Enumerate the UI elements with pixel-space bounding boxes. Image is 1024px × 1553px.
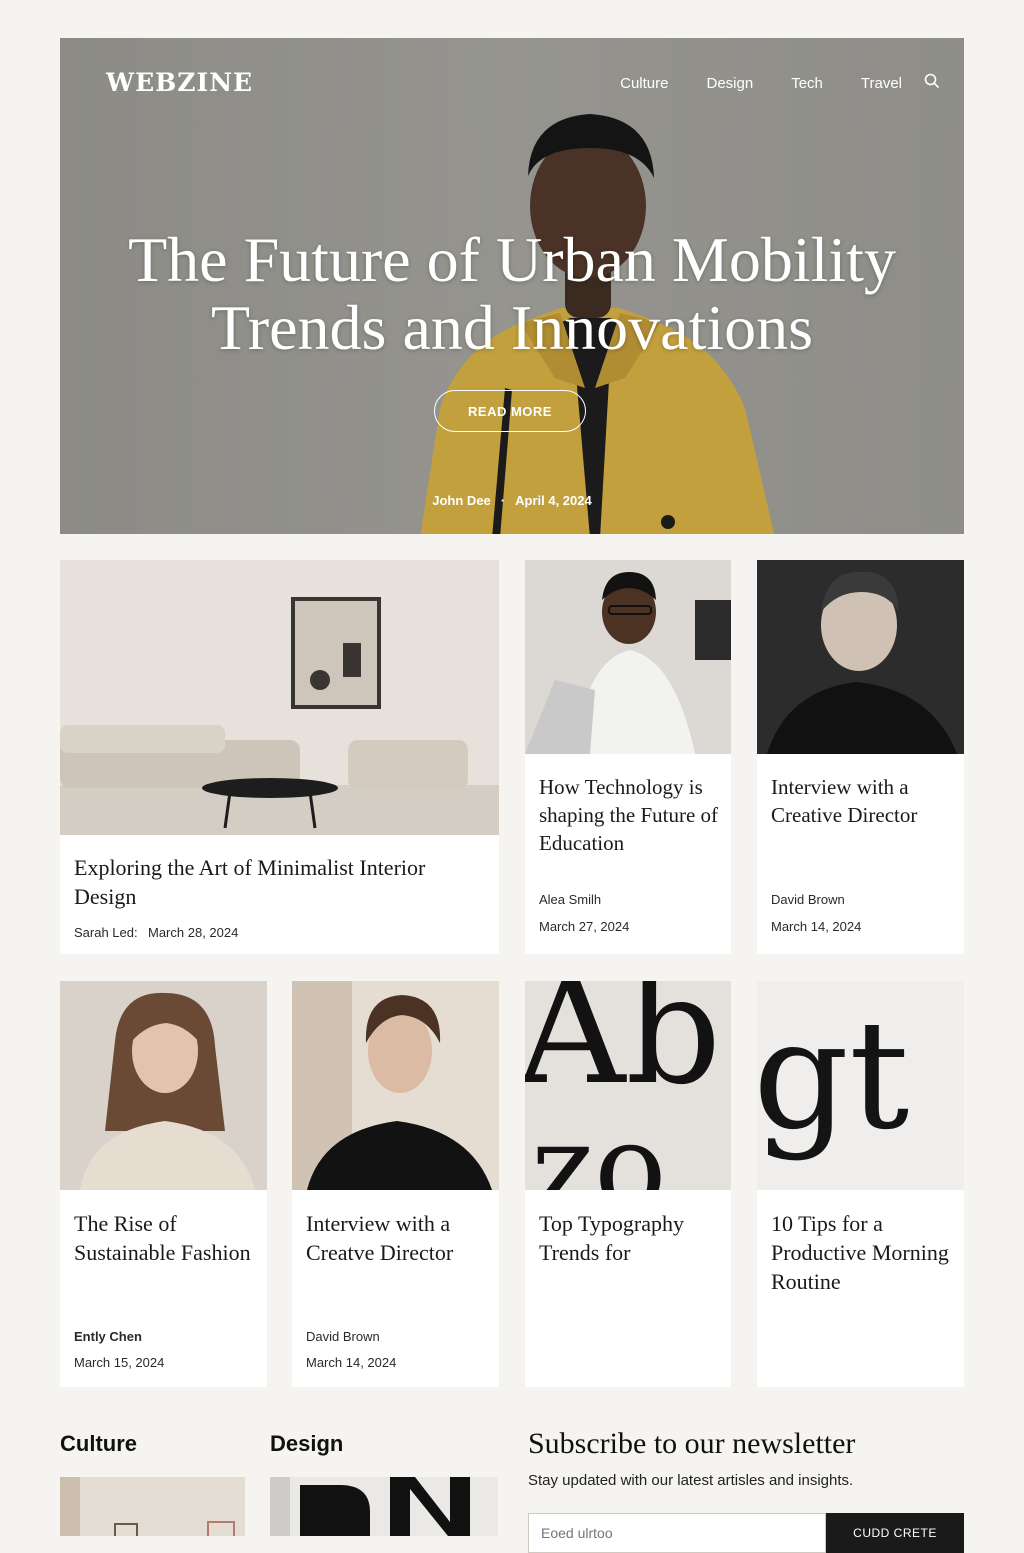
newsletter-subtitle: Stay updated with our latest artisles an… — [528, 1472, 854, 1489]
culture-thumbnail[interactable] — [60, 1477, 245, 1536]
article-date: March 14, 2024 — [771, 919, 862, 934]
nav-tech[interactable]: Tech — [791, 75, 823, 92]
site-logo[interactable]: WEBZINE — [106, 68, 253, 97]
article-author: David Brown — [771, 892, 845, 907]
interior-image — [60, 560, 499, 835]
article-title[interactable]: Top Typography Trends for — [539, 1209, 719, 1267]
section-title-design[interactable]: Design — [270, 1431, 343, 1457]
article-title[interactable]: Interview with a Creative Director — [771, 773, 952, 829]
article-card-interior[interactable]: Exploring the Art of Minimalist Interior… — [60, 560, 499, 954]
director-portrait-image — [757, 560, 964, 754]
article-title[interactable]: 10 Tips for a Productive Morning Routine — [771, 1209, 952, 1296]
article-card-typography[interactable]: Ab zo Top Typography Trends for — [525, 981, 731, 1387]
nav-culture[interactable]: Culture — [620, 75, 668, 92]
typography-letters-top: Ab — [525, 981, 722, 1118]
article-card-sustainable-fashion[interactable]: The Rise of Sustainable Fashion Ently Ch… — [60, 981, 267, 1387]
hero-author: John Dee — [432, 493, 491, 508]
search-icon[interactable] — [924, 73, 940, 94]
article-title[interactable]: Exploring the Art of Minimalist Interior… — [74, 853, 487, 911]
morning-typography-image: gt — [757, 981, 964, 1190]
article-title[interactable]: How Technology is shaping the Future of … — [539, 773, 719, 857]
article-title[interactable]: Interview with a Creatve Director — [306, 1209, 487, 1267]
article-author: David Brown — [306, 1329, 380, 1344]
typography-image: Ab zo — [525, 981, 731, 1190]
nav-design[interactable]: Design — [706, 75, 753, 92]
design-thumbnail[interactable] — [270, 1477, 498, 1536]
article-author: Sarah Led: — [74, 925, 138, 940]
article-card-morning-routine[interactable]: gt 10 Tips for a Productive Morning Rout… — [757, 981, 964, 1387]
newsletter-title: Subscribe to our newsletter — [528, 1427, 856, 1460]
hero-title[interactable]: The Future of Urban Mobility Trends and … — [60, 226, 964, 362]
hero-title-line-1: The Future of Urban Mobility — [128, 224, 896, 295]
hero-meta: John Dee · April 4, 2024 — [60, 493, 964, 508]
meta-separator: · — [500, 493, 506, 508]
read-more-button[interactable]: READ MORE — [434, 390, 586, 432]
newsletter-email-input[interactable] — [528, 1513, 826, 1553]
hero-title-line-2: Trends and Innovations — [210, 292, 814, 363]
education-image — [525, 560, 731, 754]
article-date: March 14, 2024 — [306, 1355, 397, 1370]
article-card-education[interactable]: How Technology is shaping the Future of … — [525, 560, 731, 954]
section-title-culture[interactable]: Culture — [60, 1431, 137, 1457]
article-date: March 28, 2024 — [148, 925, 239, 940]
article-author: Ently Chen — [74, 1329, 142, 1344]
director-woman-portrait-image — [292, 981, 499, 1190]
nav-travel[interactable]: Travel — [861, 75, 902, 92]
typography-letters-bottom: zo — [531, 1099, 667, 1191]
article-card-creative-director[interactable]: Interview with a Creative Director David… — [757, 560, 964, 954]
typography-letters-gt: gt — [757, 989, 910, 1163]
hero-date: April 4, 2024 — [515, 493, 592, 508]
newsletter-subscribe-button[interactable]: CUDD CRETE — [826, 1513, 964, 1553]
fashion-portrait-image — [60, 981, 267, 1190]
article-card-creatve-director[interactable]: Interview with a Creatve Director David … — [292, 981, 499, 1387]
article-title[interactable]: The Rise of Sustainable Fashion — [74, 1209, 255, 1267]
article-author: Alea Smilh — [539, 892, 602, 907]
article-date: March 15, 2024 — [74, 1355, 165, 1370]
hero-banner[interactable]: WEBZINE Culture Design Tech Travel The F… — [60, 38, 964, 534]
main-nav: Culture Design Tech Travel — [582, 73, 940, 94]
article-date: March 27, 2024 — [539, 919, 630, 934]
